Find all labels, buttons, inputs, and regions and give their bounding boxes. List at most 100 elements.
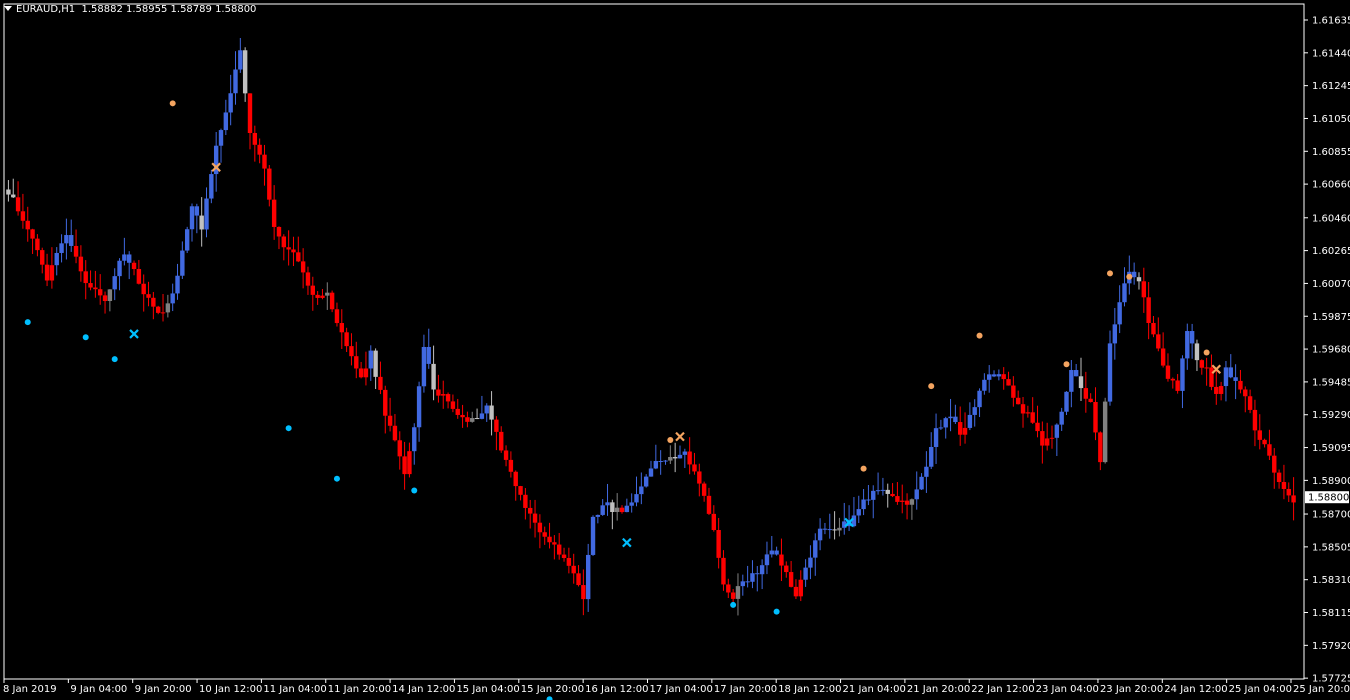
candle-body <box>774 550 779 555</box>
candle-body <box>619 507 625 513</box>
candle-body <box>861 499 866 510</box>
candle-body <box>880 489 886 491</box>
candle-body <box>1006 379 1011 386</box>
candle-body <box>6 189 11 195</box>
candle-body <box>194 206 200 216</box>
candle-body <box>1156 334 1161 349</box>
candle-body <box>131 262 137 270</box>
candle-body <box>271 199 277 227</box>
candle-body <box>759 565 765 575</box>
candle-body <box>117 260 122 277</box>
candle-body <box>643 476 649 487</box>
x-tick-label: 8 Jan 2019 <box>3 684 57 695</box>
candle-body <box>1049 437 1055 439</box>
candle-body <box>180 250 185 276</box>
price-chart[interactable]: 1.61635 1.61440 1.61245 1.61050 1.60855 1.606… <box>0 0 1350 700</box>
candle-body <box>1102 401 1108 463</box>
candle-body <box>238 50 243 70</box>
candle-body <box>1015 397 1021 405</box>
candle-body <box>557 544 562 555</box>
y-tick-label: 1.58505 <box>1312 542 1350 553</box>
candle-body <box>677 454 683 459</box>
y-tick-label: 1.61635 <box>1312 15 1350 26</box>
candle-body <box>566 558 572 566</box>
y-tick-label: 1.60855 <box>1312 147 1350 158</box>
candle-body <box>49 265 55 281</box>
sell-signal-dot <box>1106 270 1113 277</box>
candle-body <box>624 505 630 513</box>
candle-body <box>648 468 654 477</box>
candle-body <box>455 408 460 415</box>
candle-body <box>943 418 948 428</box>
candle-body <box>832 529 837 531</box>
x-tick-label: 21 Jan 20:00 <box>907 684 970 695</box>
candle-body <box>199 215 204 230</box>
candle-body <box>629 502 634 506</box>
candle-body <box>310 285 315 295</box>
candle-body <box>837 527 842 531</box>
y-tick-label: 1.59290 <box>1312 410 1350 421</box>
candle-body <box>1098 432 1103 463</box>
candle-body <box>972 407 977 415</box>
candle-body <box>1001 374 1006 380</box>
candle-body <box>349 346 354 357</box>
sell-signal-dot <box>1203 349 1210 356</box>
candle-body <box>764 554 770 566</box>
candle-body <box>354 356 359 369</box>
candle-body <box>726 584 731 593</box>
candle-body <box>262 154 267 169</box>
candle-body <box>189 206 195 230</box>
candle-body <box>136 269 142 284</box>
candle-body <box>218 130 224 146</box>
candle-body <box>866 499 871 501</box>
candle-body <box>93 287 98 290</box>
candle-body <box>69 235 74 246</box>
candle-body <box>513 471 518 487</box>
candle-body <box>383 389 388 416</box>
candle-body <box>1189 331 1195 344</box>
candle-body <box>817 528 823 541</box>
candle-body <box>1228 367 1233 378</box>
candle-body <box>561 554 567 559</box>
candle-body <box>813 540 818 558</box>
candle-body <box>692 464 697 472</box>
sell-signal-dot <box>1063 361 1070 368</box>
candle-body <box>745 581 750 583</box>
candle-body <box>537 522 543 533</box>
candle-body <box>904 500 910 505</box>
candle-body <box>1025 412 1031 414</box>
candle-body <box>344 332 349 347</box>
candle-body <box>798 579 803 597</box>
candle-body <box>315 294 320 298</box>
candle-body <box>489 405 494 420</box>
candle-body <box>508 459 514 472</box>
candle-body <box>64 235 69 244</box>
y-tick-label: 1.58700 <box>1312 510 1350 521</box>
candle-body <box>499 431 504 451</box>
candle-body <box>895 496 900 502</box>
candle-body <box>59 243 64 253</box>
candle-body <box>83 271 88 284</box>
candle-body <box>402 456 407 475</box>
candle-body <box>484 405 489 414</box>
candle-body <box>687 451 692 465</box>
candle-body <box>358 368 364 378</box>
candle-body <box>441 394 446 396</box>
candle-body <box>11 194 16 198</box>
x-tick-label: 22 Jan 12:00 <box>971 684 1034 695</box>
candle-body <box>1247 396 1253 410</box>
y-tick-label: 1.57725 <box>1312 674 1350 685</box>
y-tick-label: 1.61245 <box>1312 81 1350 92</box>
candle-body <box>639 486 644 495</box>
candle-body <box>576 573 581 586</box>
candle-body <box>286 247 291 250</box>
sell-signal-dot <box>1126 273 1133 280</box>
x-tick-label: 11 Jan 20:00 <box>328 684 391 695</box>
buy-signal-dot <box>333 475 340 482</box>
candle-body <box>44 264 50 281</box>
candle-body <box>20 211 26 221</box>
candle-body <box>793 586 799 597</box>
candle-body <box>1209 367 1214 387</box>
candle-body <box>155 306 161 313</box>
candle-body <box>982 379 987 391</box>
